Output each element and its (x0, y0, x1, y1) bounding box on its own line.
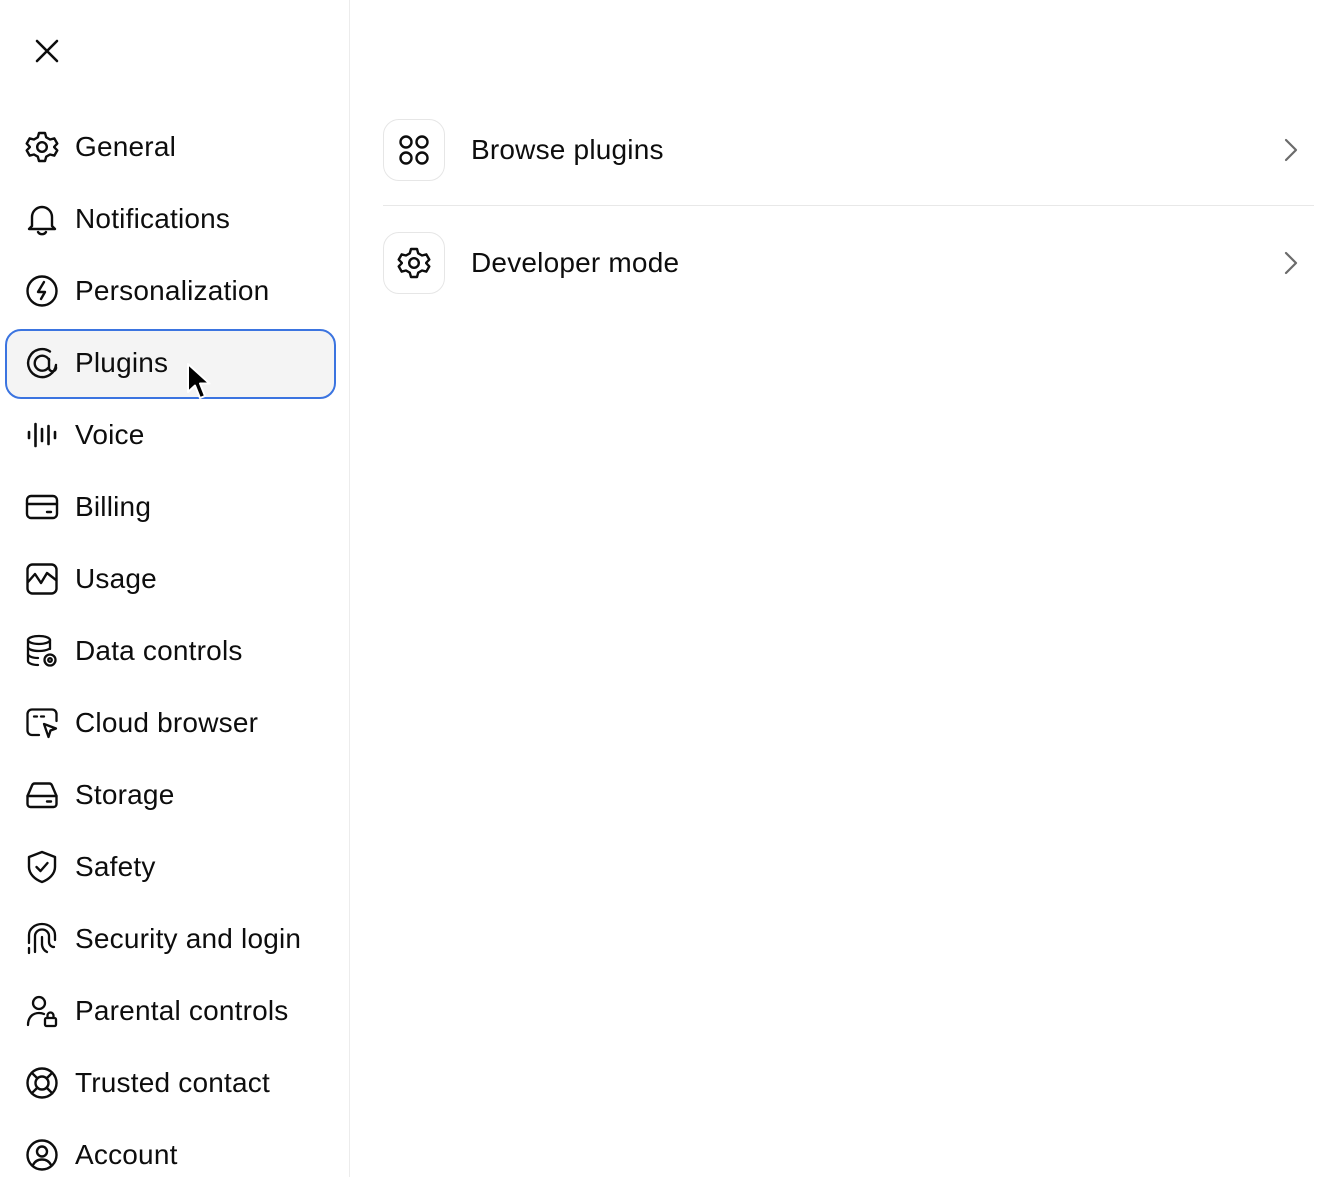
settings-nav: General Notifications Personalization Pl… (0, 111, 350, 1177)
developer-mode-label: Developer mode (471, 247, 680, 278)
developer-mode-row[interactable]: Developer mode (383, 223, 1314, 303)
row-divider (383, 205, 1314, 206)
lifebuoy-icon (24, 1065, 60, 1101)
gear-icon (24, 129, 60, 165)
personalization-icon (24, 273, 60, 309)
sidebar-item-personalization[interactable]: Personalization (0, 255, 350, 327)
sidebar-item-data-controls[interactable]: Data controls (0, 615, 350, 687)
settings-sidebar: General Notifications Personalization Pl… (0, 0, 350, 1177)
sidebar-item-label: Storage (75, 779, 175, 810)
close-button[interactable] (29, 33, 65, 69)
browser-cursor-icon (24, 705, 60, 741)
credit-card-icon (24, 489, 60, 525)
close-icon (35, 39, 59, 63)
hard-drive-icon (24, 777, 60, 813)
shield-check-icon (24, 849, 60, 885)
sidebar-item-label: Personalization (75, 275, 270, 306)
sidebar-item-safety[interactable]: Safety (0, 831, 350, 903)
chevron-right-icon (1284, 251, 1298, 275)
grid-circles-icon (383, 119, 445, 181)
sidebar-item-cloud-browser[interactable]: Cloud browser (0, 687, 350, 759)
sidebar-item-billing[interactable]: Billing (0, 471, 350, 543)
user-circle-icon (24, 1137, 60, 1173)
sidebar-item-trusted-contact[interactable]: Trusted contact (0, 1047, 350, 1119)
sidebar-item-parental-controls[interactable]: Parental controls (0, 975, 350, 1047)
sidebar-item-label: Account (75, 1139, 178, 1170)
sidebar-item-label: Billing (75, 491, 152, 522)
sidebar-item-label: Data controls (75, 635, 243, 666)
browse-plugins-label: Browse plugins (471, 134, 664, 165)
sidebar-item-notifications[interactable]: Notifications (0, 183, 350, 255)
person-lock-icon (24, 993, 60, 1029)
sidebar-item-voice[interactable]: Voice (0, 399, 350, 471)
chevron-right-icon (1284, 138, 1298, 162)
sidebar-item-account[interactable]: Account (0, 1119, 350, 1177)
gear-icon (383, 232, 445, 294)
settings-window: General Notifications Personalization Pl… (0, 0, 1337, 1177)
bell-icon (24, 201, 60, 237)
sidebar-item-security-and-login[interactable]: Security and login (0, 903, 350, 975)
database-gear-icon (24, 633, 60, 669)
chart-icon (24, 561, 60, 597)
sidebar-item-storage[interactable]: Storage (0, 759, 350, 831)
sidebar-item-label: Plugins (75, 347, 169, 378)
sidebar-item-general[interactable]: General (0, 111, 350, 183)
sidebar-item-label: Notifications (75, 203, 231, 234)
sidebar-item-plugins[interactable]: Plugins (0, 327, 350, 399)
plugins-panel: Browse plugins Developer mode (350, 0, 1337, 1177)
sidebar-item-label: General (75, 131, 177, 162)
sidebar-item-usage[interactable]: Usage (0, 543, 350, 615)
sidebar-item-label: Safety (75, 851, 156, 882)
plugins-icon (24, 345, 60, 381)
sidebar-item-label: Voice (75, 419, 145, 450)
sidebar-item-label: Trusted contact (75, 1067, 270, 1098)
fingerprint-icon (24, 921, 60, 957)
sidebar-item-label: Usage (75, 563, 157, 594)
sidebar-item-label: Security and login (75, 923, 302, 954)
waveform-icon (24, 417, 60, 453)
sidebar-item-label: Parental controls (75, 995, 289, 1026)
browse-plugins-row[interactable]: Browse plugins (383, 110, 1314, 190)
sidebar-item-label: Cloud browser (75, 707, 259, 738)
